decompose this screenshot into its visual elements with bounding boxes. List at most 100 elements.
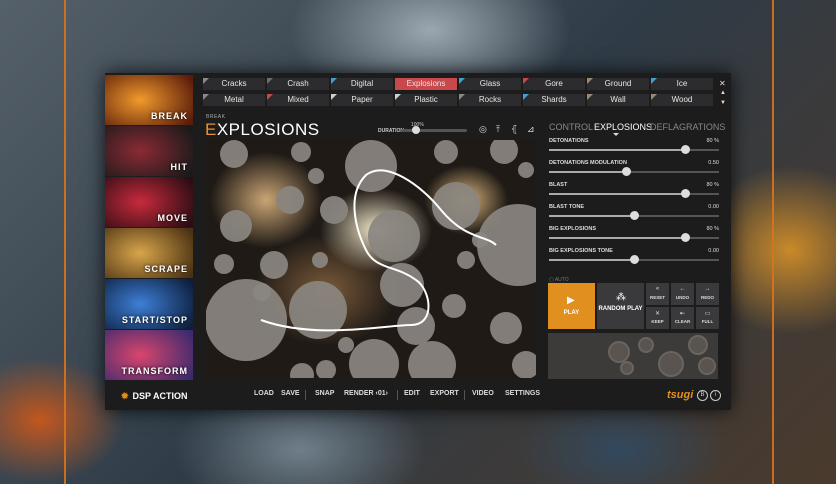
param-slider-fill — [549, 259, 634, 261]
explosion-bubble[interactable] — [490, 140, 518, 164]
tab-deflagrations[interactable]: DEFLAGRATIONS — [650, 122, 725, 132]
tab-metal[interactable]: Metal — [203, 94, 265, 106]
random-icon: ⁂ — [616, 292, 626, 303]
tab-label: Wall — [610, 95, 626, 104]
explosion-canvas[interactable] — [206, 140, 536, 378]
explosion-bubble[interactable] — [434, 140, 458, 164]
explosion-bubble[interactable] — [316, 360, 336, 378]
tab-cracks[interactable]: Cracks — [203, 78, 265, 90]
keep-button[interactable]: ✕ KEEP — [646, 307, 669, 329]
param-slider-knob[interactable] — [630, 211, 639, 220]
param-slider-knob[interactable] — [681, 233, 690, 242]
param-label: DETONATIONS — [549, 138, 589, 144]
explosion-bubble[interactable] — [490, 312, 522, 344]
play-button[interactable]: ▶ PLAY — [548, 283, 595, 329]
explosion-bubble[interactable] — [512, 351, 536, 378]
nav-render[interactable]: RENDER ‹01› — [344, 390, 388, 397]
tab-plastic[interactable]: Plastic — [395, 94, 457, 106]
duration-slider-knob[interactable] — [412, 126, 420, 134]
tab-paper[interactable]: Paper — [331, 94, 393, 106]
tab-glass[interactable]: Glass — [459, 78, 521, 90]
explosion-bubble[interactable] — [457, 251, 475, 269]
explosion-bubble[interactable] — [206, 279, 287, 361]
full-button[interactable]: ▭ FULL — [696, 307, 719, 329]
reset-button[interactable]: « RESET — [646, 283, 669, 305]
clear-icon: ⇤ — [679, 311, 686, 317]
expand-icon[interactable]: ▼ — [720, 100, 726, 106]
param-slider-knob[interactable] — [621, 167, 631, 176]
tab-label: Mixed — [287, 95, 309, 104]
explosion-bubble[interactable] — [312, 252, 328, 268]
explosion-bubble[interactable] — [260, 251, 288, 279]
close-icon[interactable]: ✕ — [719, 79, 726, 88]
tab-label: Ice — [676, 79, 688, 88]
param-slider-knob[interactable] — [681, 145, 690, 154]
explosion-bubble[interactable] — [220, 140, 248, 168]
explosion-bubble[interactable] — [432, 182, 480, 230]
nav-separator — [305, 390, 306, 400]
collapse-icon[interactable]: ▲ — [720, 90, 726, 96]
explosion-bubble[interactable] — [290, 363, 314, 378]
tab-ground[interactable]: Ground — [587, 78, 649, 90]
explosion-bubble[interactable] — [408, 341, 456, 378]
explosion-bubble[interactable] — [518, 162, 534, 178]
tab-wood[interactable]: Wood — [651, 94, 713, 106]
loop-icon[interactable]: ◎ — [479, 124, 487, 135]
undo-button[interactable]: ← UNDO — [671, 283, 694, 305]
nav-export[interactable]: EXPORT — [430, 390, 459, 397]
explosion-bubble[interactable] — [349, 339, 399, 378]
explosion-bubble[interactable] — [368, 210, 420, 262]
tab-wall[interactable]: Wall — [587, 94, 649, 106]
sidebar-item-transform[interactable]: TRANSFORM — [105, 330, 193, 380]
active-tab-indicator — [613, 133, 619, 136]
tab-explosions[interactable]: EXPLOSIONS — [594, 122, 652, 132]
nav-load[interactable]: LOAD — [254, 390, 274, 397]
redo-button[interactable]: → REDO — [696, 283, 719, 305]
duration-slider-track[interactable] — [401, 129, 467, 132]
tab-rocks[interactable]: Rocks — [459, 94, 521, 106]
tab-label: Crash — [287, 79, 309, 88]
tab-mixed[interactable]: Mixed — [267, 94, 329, 106]
explosion-bubble[interactable] — [220, 210, 252, 242]
explosion-bubble[interactable] — [320, 196, 348, 224]
explosion-bubble[interactable] — [291, 142, 311, 162]
fade-icon[interactable]: ⊿ — [527, 124, 535, 135]
arrow-up-icon[interactable]: ⤒ — [496, 124, 500, 135]
explosion-bubble[interactable] — [276, 186, 304, 214]
explosion-bubble[interactable] — [338, 337, 354, 353]
explosion-bubble[interactable] — [308, 168, 324, 184]
sidebar-item-scrape[interactable]: SCRAPE — [105, 228, 193, 278]
param-slider-knob[interactable] — [630, 255, 639, 264]
tab-gore[interactable]: Gore — [523, 78, 585, 90]
explosion-bubble[interactable] — [345, 140, 397, 192]
random-play-button[interactable]: ⁂ RANDOM PLAY — [597, 283, 644, 329]
sidebar-item-move[interactable]: MOVE — [105, 177, 193, 227]
tab-shards[interactable]: Shards — [523, 94, 585, 106]
tab-explosions[interactable]: Explosions — [395, 78, 457, 90]
tab-crash[interactable]: Crash — [267, 78, 329, 90]
tab-ice[interactable]: Ice — [651, 78, 713, 90]
settings-icon[interactable]: B — [697, 390, 708, 401]
undo-icon: ← — [679, 286, 686, 292]
nav-settings[interactable]: SETTINGS — [505, 390, 540, 397]
explosion-bubble[interactable] — [380, 263, 424, 307]
nav-video[interactable]: VIDEO — [472, 390, 494, 397]
sidebar-item-start-stop[interactable]: START/STOP — [105, 279, 193, 329]
sidebar-item-break[interactable]: BREAK — [105, 75, 193, 125]
sidebar-item-hit[interactable]: HIT — [105, 126, 193, 176]
explosion-bubble[interactable] — [214, 254, 234, 274]
param-slider-knob[interactable] — [681, 189, 690, 198]
tab-digital[interactable]: Digital — [331, 78, 393, 90]
bracket-icon[interactable]: ⦃ — [511, 124, 518, 135]
tab-control[interactable]: CONTROL — [549, 122, 593, 132]
clear-button[interactable]: ⇤ CLEAR — [671, 307, 694, 329]
history-thumbnail[interactable] — [548, 333, 718, 379]
nav-edit[interactable]: EDIT — [404, 390, 420, 397]
info-icon[interactable]: i — [710, 390, 721, 401]
thumb-bubble — [698, 357, 716, 375]
sidebar-item-label: BREAK — [150, 111, 188, 121]
tab-color-marker — [395, 78, 401, 84]
explosion-bubble[interactable] — [442, 294, 466, 318]
nav-save[interactable]: SAVE — [281, 390, 300, 397]
nav-snap[interactable]: SNAP — [315, 390, 334, 397]
